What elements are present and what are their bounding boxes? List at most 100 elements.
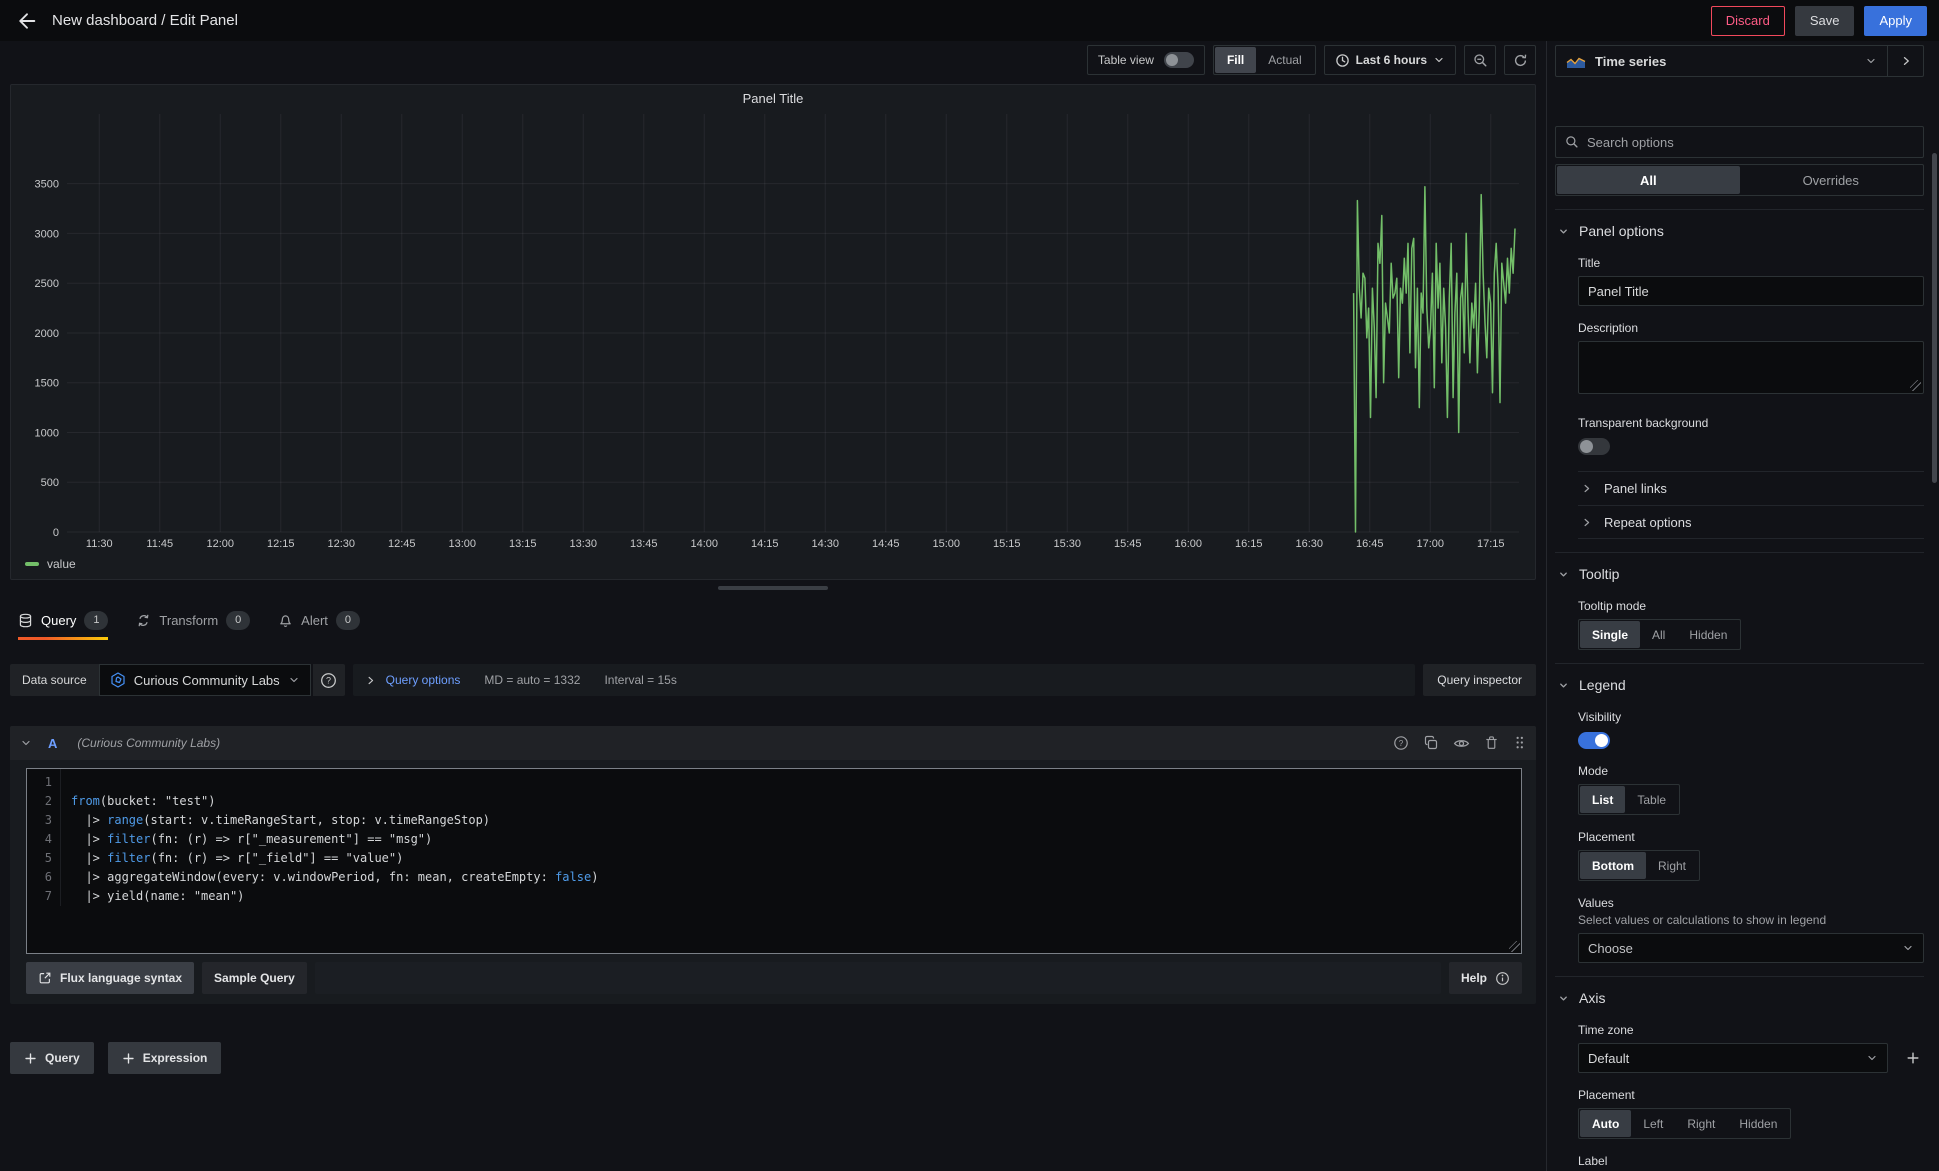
datasource-help-button[interactable]: ? [313,664,345,696]
max-data-points-value: MD = auto = 1332 [484,673,580,687]
datasource-name: Curious Community Labs [134,673,280,688]
svg-text:?: ? [1399,739,1404,748]
flux-syntax-link[interactable]: Flux language syntax [26,962,194,994]
legend-visibility-toggle[interactable] [1578,732,1610,749]
legend-values-select[interactable]: Choose [1578,933,1924,963]
axis-placement-auto[interactable]: Auto [1580,1110,1631,1137]
sidebar-scrollbar[interactable] [1932,153,1937,483]
zoom-out-button[interactable] [1464,45,1496,75]
svg-text:2000: 2000 [35,328,59,340]
panel-title[interactable]: Panel Title [11,85,1535,108]
tab-alert-label: Alert [301,613,328,628]
discard-button[interactable]: Discard [1711,6,1785,36]
query-inspector-button[interactable]: Query inspector [1423,664,1536,696]
tab-query-label: Query [41,613,76,628]
table-view-group: Table view [1087,45,1205,75]
table-view-toggle[interactable] [1164,52,1194,68]
axis-placement-right[interactable]: Right [1675,1110,1727,1137]
hide-response-eye-icon[interactable] [1453,735,1470,752]
visualization-select[interactable]: Time series [1556,46,1887,76]
chevron-down-icon [288,674,300,686]
panel-links-row[interactable]: Panel links [1578,471,1924,505]
svg-text:14:00: 14:00 [691,538,719,550]
refresh-button[interactable] [1504,45,1536,75]
transparent-background-toggle[interactable] [1578,438,1610,455]
axis-title: Axis [1579,990,1605,1006]
duplicate-icon[interactable] [1423,735,1439,752]
search-options-input[interactable] [1587,135,1914,150]
legend-header[interactable]: Legend [1555,665,1924,695]
editor-resize-handle[interactable] [1509,941,1520,952]
bell-icon [278,613,293,628]
add-timezone-button[interactable] [1902,1047,1924,1069]
timezone-select[interactable]: Default [1578,1043,1888,1073]
help-icon[interactable]: ? [1393,735,1409,752]
chevron-right-icon[interactable] [365,675,376,686]
description-textarea[interactable] [1578,341,1924,394]
legend-placement-bottom[interactable]: Bottom [1580,852,1646,879]
axis-header[interactable]: Axis [1555,978,1924,1008]
help-button[interactable]: Help [1449,962,1522,994]
legend-placement-right[interactable]: Right [1646,852,1698,879]
tooltip-mode-single[interactable]: Single [1580,621,1640,648]
flux-code-editor[interactable]: 1234567 from(bucket: "test") |> range(st… [26,768,1522,954]
axis-placement-left[interactable]: Left [1631,1110,1675,1137]
save-button[interactable]: Save [1795,6,1855,36]
tab-transform-count: 0 [226,611,250,630]
add-expression-label: Expression [143,1051,208,1065]
tab-transform[interactable]: Transform 0 [136,608,250,638]
svg-text:500: 500 [41,477,59,489]
visualization-name: Time series [1595,54,1856,69]
svg-text:1000: 1000 [35,427,59,439]
view-mode-fill[interactable]: Fill [1215,47,1256,73]
tooltip-mode-label: Tooltip mode [1578,599,1924,613]
legend-series-label[interactable]: value [47,557,76,571]
legend-mode-table[interactable]: Table [1625,786,1678,813]
add-query-label: Query [45,1051,80,1065]
time-series-chart[interactable]: 050010001500200025003000350011:3011:4512… [19,108,1527,557]
tab-transform-label: Transform [159,613,218,628]
panel-title-input[interactable] [1578,276,1924,306]
external-link-icon [38,971,52,985]
drag-handle-icon[interactable] [1513,735,1526,752]
code-line: |> yield(name: "mean") [71,887,1521,906]
options-filter-overrides[interactable]: Overrides [1740,166,1923,194]
axis-placement-hidden[interactable]: Hidden [1727,1110,1789,1137]
query-ref-id[interactable]: A [48,736,57,751]
tab-query[interactable]: Query 1 [18,608,108,638]
svg-text:15:45: 15:45 [1114,538,1142,550]
options-search [1555,126,1924,158]
editor-footer: Flux language syntax Sample Query Help [26,962,1522,994]
query-options-link[interactable]: Query options [386,673,461,687]
add-expression-button[interactable]: Expression [108,1042,222,1074]
svg-text:15:30: 15:30 [1054,538,1082,550]
trash-icon[interactable] [1484,735,1499,752]
tab-alert[interactable]: Alert 0 [278,608,360,638]
chevron-down-icon[interactable] [20,737,32,749]
pane-resize-handle[interactable] [718,586,828,590]
page-title: New dashboard / Edit Panel [52,12,238,29]
datasource-picker[interactable]: Curious Community Labs [99,664,311,696]
tooltip-header[interactable]: Tooltip [1555,554,1924,584]
tooltip-mode-switch: SingleAllHidden [1578,619,1741,650]
svg-text:17:00: 17:00 [1417,538,1445,550]
panel-options-header[interactable]: Panel options [1555,211,1924,241]
add-query-button[interactable]: Query [10,1042,94,1074]
apply-button[interactable]: Apply [1864,6,1927,36]
back-button[interactable] [12,6,42,36]
options-filter-all[interactable]: All [1557,166,1740,194]
legend-swatch [25,562,39,566]
repeat-options-row[interactable]: Repeat options [1578,505,1924,539]
sample-query-button[interactable]: Sample Query [202,962,307,994]
legend-mode-list[interactable]: List [1580,786,1625,813]
collapse-options-button[interactable] [1887,46,1923,76]
view-mode-actual[interactable]: Actual [1256,47,1313,73]
tooltip-mode-all[interactable]: All [1640,621,1677,648]
time-range-picker[interactable]: Last 6 hours [1324,45,1456,75]
tooltip-mode-hidden[interactable]: Hidden [1677,621,1739,648]
code-line: |> aggregateWindow(every: v.windowPeriod… [71,868,1521,887]
code-content[interactable]: from(bucket: "test") |> range(start: v.t… [61,769,1521,906]
query-row-actions: ? [1393,735,1526,752]
query-row-header[interactable]: A (Curious Community Labs) ? [10,726,1536,760]
svg-text:1500: 1500 [35,378,59,390]
